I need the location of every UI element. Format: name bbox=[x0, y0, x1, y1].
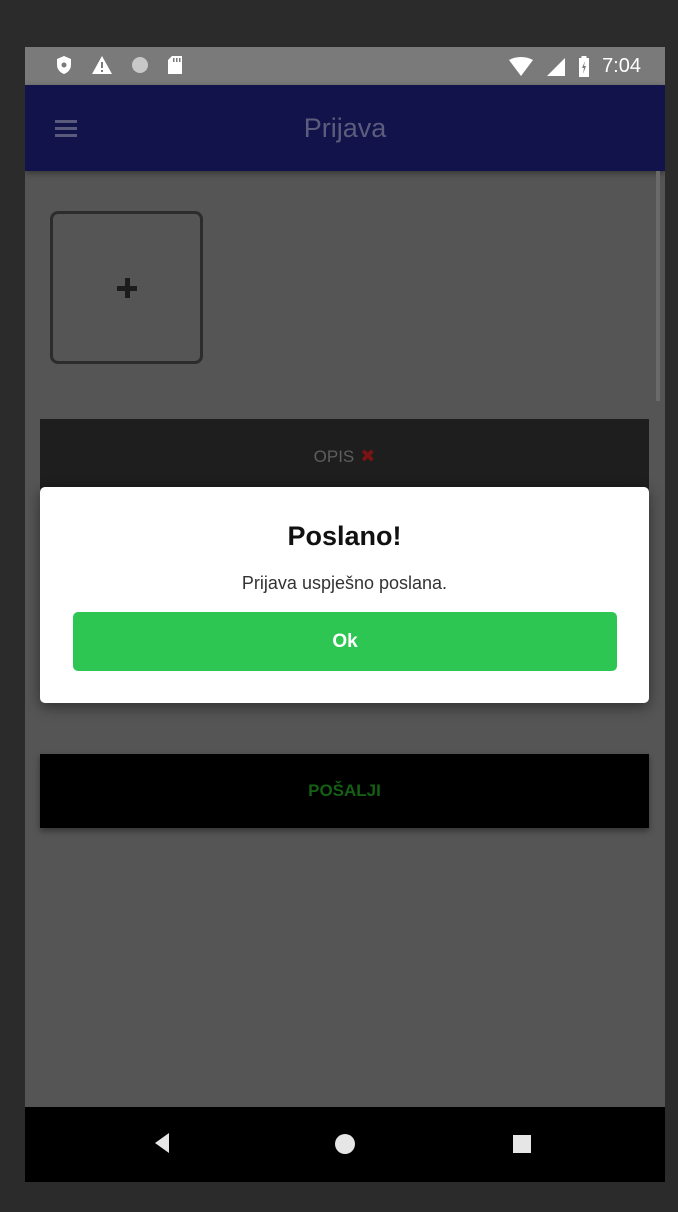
dialog-message: Prijava uspješno poslana. bbox=[241, 573, 448, 593]
opis-status-icon: ✖ bbox=[360, 446, 376, 466]
recents-icon[interactable] bbox=[513, 1135, 531, 1153]
ok-button[interactable]: Ok bbox=[73, 612, 617, 671]
status-icons-left bbox=[55, 55, 183, 75]
signal-icon bbox=[547, 57, 566, 76]
wifi-icon bbox=[509, 56, 534, 76]
shield-icon bbox=[57, 56, 71, 74]
status-time: 7:04 bbox=[602, 55, 641, 77]
battery-icon bbox=[579, 55, 590, 77]
app-bar: Prijava bbox=[25, 85, 665, 171]
opis-button[interactable]: OPIS ✖ bbox=[40, 419, 649, 494]
status-icons-right: 7:04 bbox=[508, 55, 641, 78]
success-dialog: Poslano! Prijava uspješno poslana. Ok bbox=[40, 487, 649, 703]
scrollbar bbox=[656, 171, 660, 401]
navigation-bar bbox=[25, 1107, 665, 1182]
page-title: Prijava bbox=[303, 113, 387, 143]
send-label: POŠALJI bbox=[308, 781, 381, 800]
status-bar: 7:04 bbox=[25, 47, 665, 85]
add-photo-button[interactable] bbox=[50, 211, 203, 364]
dialog-title: Poslano! bbox=[287, 521, 402, 551]
device-screen: 7:04 Prijava OPIS ✖ POŠALJI Poslano! Pri… bbox=[25, 47, 665, 1182]
warning-icon bbox=[92, 56, 112, 74]
back-icon[interactable] bbox=[155, 1133, 169, 1153]
send-button[interactable]: POŠALJI bbox=[40, 754, 649, 828]
circle-icon bbox=[132, 57, 148, 73]
sd-card-icon bbox=[168, 56, 182, 74]
home-icon[interactable] bbox=[335, 1134, 355, 1154]
opis-label: OPIS bbox=[313, 446, 355, 466]
plus-icon bbox=[116, 277, 137, 298]
